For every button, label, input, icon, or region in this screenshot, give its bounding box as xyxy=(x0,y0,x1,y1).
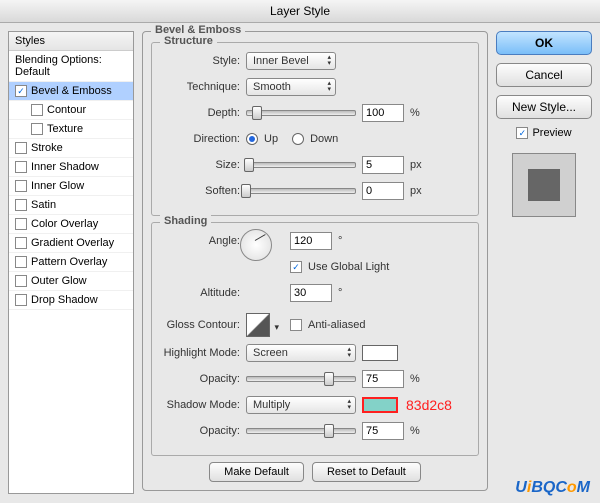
checkbox-icon[interactable] xyxy=(15,275,27,287)
preview-thumbnail xyxy=(512,153,576,217)
highlight-mode-select[interactable]: Screen xyxy=(246,344,356,362)
highlight-color-swatch[interactable] xyxy=(362,345,398,361)
preview-label: Preview xyxy=(532,127,571,139)
style-stroke[interactable]: Stroke xyxy=(9,139,133,158)
checkbox-icon[interactable] xyxy=(15,256,27,268)
shadow-opacity-slider[interactable] xyxy=(246,424,356,438)
structure-group: Structure Style: Inner Bevel Technique: … xyxy=(151,42,479,216)
depth-input[interactable] xyxy=(362,104,404,122)
highlight-opacity-label: Opacity: xyxy=(158,373,240,385)
style-bevel-emboss[interactable]: ✓Bevel & Emboss xyxy=(9,82,133,101)
style-drop-shadow[interactable]: Drop Shadow xyxy=(9,291,133,310)
style-color-overlay[interactable]: Color Overlay xyxy=(9,215,133,234)
style-gradient-overlay[interactable]: Gradient Overlay xyxy=(9,234,133,253)
anti-aliased-label: Anti-aliased xyxy=(308,319,365,331)
watermark-logo: UiBQCoM xyxy=(515,479,590,497)
make-default-button[interactable]: Make Default xyxy=(209,462,304,482)
styles-header: Styles xyxy=(9,32,133,51)
depth-slider[interactable] xyxy=(246,106,356,120)
direction-up-radio[interactable] xyxy=(246,133,258,145)
color-annotation: 83d2c8 xyxy=(406,397,452,413)
preview-checkbox[interactable]: ✓ xyxy=(516,127,528,139)
checkbox-icon[interactable] xyxy=(15,180,27,192)
checkbox-icon[interactable] xyxy=(31,123,43,135)
soften-input[interactable] xyxy=(362,182,404,200)
size-unit: px xyxy=(410,159,422,171)
style-inner-glow[interactable]: Inner Glow xyxy=(9,177,133,196)
shadow-mode-label: Shadow Mode: xyxy=(158,399,240,411)
checkbox-icon[interactable] xyxy=(15,161,27,173)
use-global-label: Use Global Light xyxy=(308,261,389,273)
style-satin[interactable]: Satin xyxy=(9,196,133,215)
angle-input[interactable] xyxy=(290,232,332,250)
soften-label: Soften: xyxy=(158,185,240,197)
size-slider[interactable] xyxy=(246,158,356,172)
bevel-emboss-group: Bevel & Emboss Structure Style: Inner Be… xyxy=(142,31,488,491)
depth-label: Depth: xyxy=(158,107,240,119)
cancel-button[interactable]: Cancel xyxy=(496,63,592,87)
style-blending-options[interactable]: Blending Options: Default xyxy=(9,51,133,82)
checkbox-icon[interactable] xyxy=(15,237,27,249)
highlight-opacity-slider[interactable] xyxy=(246,372,356,386)
style-texture[interactable]: Texture xyxy=(9,120,133,139)
checkbox-icon[interactable] xyxy=(15,218,27,230)
style-pattern-overlay[interactable]: Pattern Overlay xyxy=(9,253,133,272)
style-inner-shadow[interactable]: Inner Shadow xyxy=(9,158,133,177)
direction-down-radio[interactable] xyxy=(292,133,304,145)
highlight-opacity-input[interactable] xyxy=(362,370,404,388)
settings-panel: Bevel & Emboss Structure Style: Inner Be… xyxy=(142,31,488,494)
checkbox-icon[interactable] xyxy=(15,142,27,154)
style-outer-glow[interactable]: Outer Glow xyxy=(9,272,133,291)
shadow-opacity-input[interactable] xyxy=(362,422,404,440)
chevron-down-icon[interactable]: ▾ xyxy=(274,322,279,333)
technique-select[interactable]: Smooth xyxy=(246,78,336,96)
technique-label: Technique: xyxy=(158,81,240,93)
new-style-button[interactable]: New Style... xyxy=(496,95,592,119)
size-label: Size: xyxy=(158,159,240,171)
style-label: Style: xyxy=(158,55,240,67)
checkbox-icon[interactable]: ✓ xyxy=(15,85,27,97)
angle-label: Angle: xyxy=(158,235,240,247)
soften-slider[interactable] xyxy=(246,184,356,198)
dialog-title: Layer Style xyxy=(270,4,330,18)
use-global-checkbox[interactable]: ✓ xyxy=(290,261,302,273)
right-column: OK Cancel New Style... ✓ Preview xyxy=(496,31,592,494)
size-input[interactable] xyxy=(362,156,404,174)
checkbox-icon[interactable] xyxy=(15,199,27,211)
altitude-label: Altitude: xyxy=(158,287,240,299)
direction-label: Direction: xyxy=(158,133,240,145)
soften-unit: px xyxy=(410,185,422,197)
anti-aliased-checkbox[interactable] xyxy=(290,319,302,331)
gloss-label: Gloss Contour: xyxy=(158,319,240,331)
styles-list: Styles Blending Options: Default ✓Bevel … xyxy=(8,31,134,494)
style-select[interactable]: Inner Bevel xyxy=(246,52,336,70)
checkbox-icon[interactable] xyxy=(31,104,43,116)
shadow-opacity-label: Opacity: xyxy=(158,425,240,437)
depth-unit: % xyxy=(410,107,420,119)
checkbox-icon[interactable] xyxy=(15,294,27,306)
reset-default-button[interactable]: Reset to Default xyxy=(312,462,421,482)
shadow-mode-select[interactable]: Multiply xyxy=(246,396,356,414)
structure-legend: Structure xyxy=(160,35,217,47)
style-contour[interactable]: Contour xyxy=(9,101,133,120)
title-bar: Layer Style xyxy=(0,0,600,23)
highlight-mode-label: Highlight Mode: xyxy=(158,347,240,359)
angle-dial[interactable] xyxy=(240,229,272,261)
altitude-input[interactable] xyxy=(290,284,332,302)
shadow-color-swatch[interactable] xyxy=(362,397,398,413)
ok-button[interactable]: OK xyxy=(496,31,592,55)
shading-group: Shading Angle: ° ✓ Use Global Light Alti… xyxy=(151,222,479,456)
shading-legend: Shading xyxy=(160,215,211,227)
gloss-contour-picker[interactable]: ▾ xyxy=(246,313,270,337)
